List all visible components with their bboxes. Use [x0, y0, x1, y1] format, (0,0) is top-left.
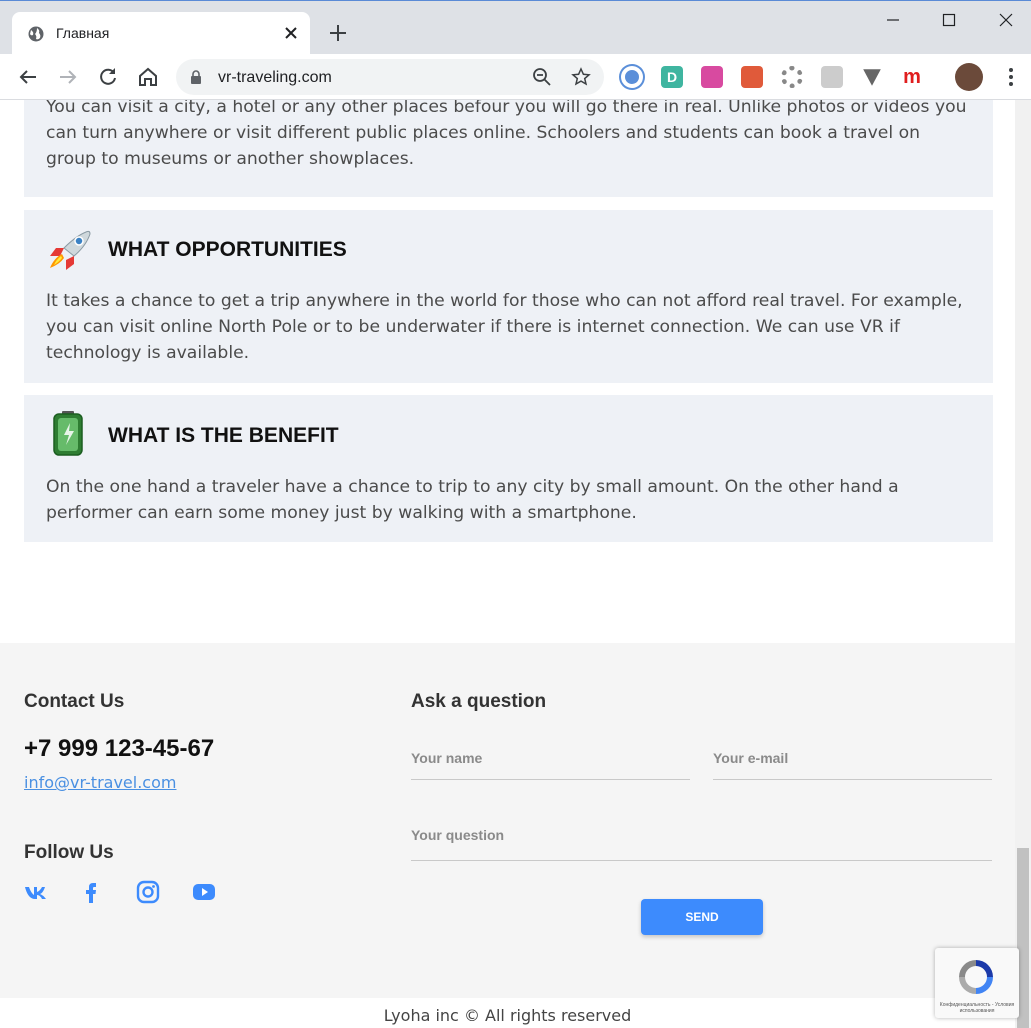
instagram-icon[interactable]	[135, 879, 161, 905]
browser-toolbar: vr-traveling.com Dm	[0, 54, 1031, 100]
recaptcha-terms[interactable]: Конфиденциальность - Условия использован…	[939, 1002, 1015, 1014]
extension-3-icon[interactable]	[701, 66, 723, 88]
extension-v-icon[interactable]	[863, 69, 881, 86]
ask-question-heading: Ask a question	[411, 691, 547, 712]
info-card-opportunities: WHAT OPPORTUNITIES It takes a chance to …	[24, 210, 993, 383]
menu-kebab-icon[interactable]	[1001, 66, 1021, 88]
minimize-icon[interactable]	[880, 9, 906, 31]
card-text: You can visit a city, a hotel or any oth…	[46, 100, 967, 169]
email-link[interactable]: info@vr-travel.com	[24, 773, 176, 792]
reload-icon[interactable]	[96, 65, 120, 89]
profile-avatar[interactable]	[955, 63, 983, 91]
send-button[interactable]: SEND	[641, 899, 763, 935]
email-placeholder: Your e-mail	[713, 750, 789, 766]
extension-6-icon[interactable]	[821, 66, 843, 88]
battery-icon	[53, 411, 83, 456]
copyright-text: Lyoha inc © All rights reserved	[383, 1006, 632, 1025]
globe-icon	[28, 26, 44, 42]
follow-heading: Follow Us	[24, 842, 114, 863]
page-viewport: You can visit a city, a hotel or any oth…	[0, 100, 1015, 1028]
browser-titlebar: Главная	[0, 0, 1031, 55]
youtube-icon[interactable]	[191, 879, 217, 905]
rocket-icon	[50, 230, 91, 270]
forward-icon[interactable]	[56, 65, 80, 89]
recaptcha-icon	[959, 960, 993, 994]
info-card-benefit: WHAT IS THE BENEFIT On the one hand a tr…	[24, 395, 993, 542]
recaptcha-badge[interactable]: Конфиденциальность - Условия использован…	[935, 948, 1019, 1018]
close-tab-icon[interactable]	[282, 24, 300, 42]
maximize-icon[interactable]	[936, 9, 962, 31]
email-field[interactable]: Your e-mail	[713, 743, 992, 780]
name-placeholder: Your name	[411, 750, 483, 766]
card-text: On the one hand a traveler have a chance…	[46, 477, 899, 523]
bookmark-star-icon[interactable]	[571, 67, 591, 87]
contact-heading: Contact Us	[24, 691, 125, 712]
back-icon[interactable]	[16, 65, 40, 89]
name-field[interactable]: Your name	[411, 743, 690, 780]
home-icon[interactable]	[136, 65, 160, 89]
info-card-intro: You can visit a city, a hotel or any oth…	[24, 100, 993, 197]
lock-icon[interactable]	[190, 70, 202, 84]
card-heading: WHAT IS THE BENEFIT	[108, 424, 339, 447]
question-field[interactable]: Your question	[411, 820, 992, 861]
question-placeholder: Your question	[411, 827, 505, 843]
url-text: vr-traveling.com	[218, 69, 332, 86]
scrollbar[interactable]	[1015, 100, 1031, 1028]
extension-d-icon[interactable]: D	[661, 66, 683, 88]
facebook-icon[interactable]	[78, 879, 104, 905]
close-window-icon[interactable]	[993, 9, 1019, 31]
vk-icon[interactable]	[23, 879, 49, 905]
card-heading: WHAT OPPORTUNITIES	[108, 238, 347, 261]
tab-title: Главная	[56, 25, 110, 41]
new-tab-icon[interactable]	[327, 22, 349, 44]
extension-gear-icon[interactable]	[781, 66, 803, 88]
footer: Contact Us +7 999 123-45-67 info@vr-trav…	[0, 643, 1015, 998]
phone-number[interactable]: +7 999 123-45-67	[24, 735, 214, 763]
extension-m-icon[interactable]: m	[901, 66, 923, 88]
zoom-icon[interactable]	[532, 67, 552, 87]
browser-tab[interactable]: Главная	[12, 12, 310, 55]
address-bar[interactable]: vr-traveling.com	[176, 59, 604, 95]
card-text: It takes a chance to get a trip anywhere…	[46, 291, 963, 363]
extension-4-icon[interactable]	[741, 66, 763, 88]
extension-1-icon[interactable]	[621, 66, 643, 88]
